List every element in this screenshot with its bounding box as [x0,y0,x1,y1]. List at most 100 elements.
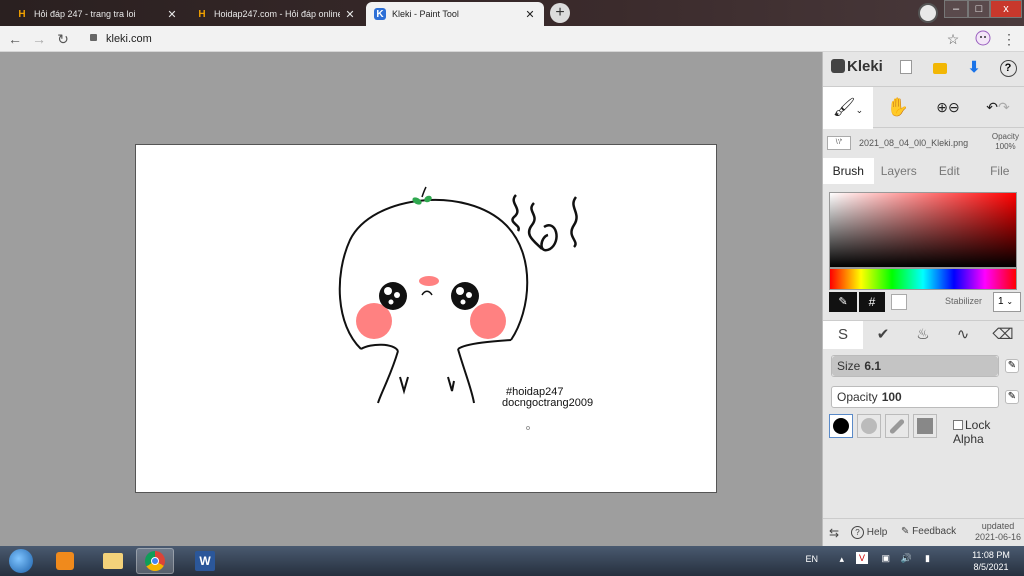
kleki-side-panel: Kleki ⬇ ? 🖌⌄ ✋ ⊕⊖ ↶↷ \'/' 2021_08_04_0l0… [822,52,1024,546]
brush-shape-row: Lock Alpha [829,414,1019,446]
smudge-brush-icon[interactable]: ∿ [943,321,983,349]
kleki-favicon-icon: K [374,8,386,20]
kleki-logo-icon [831,59,845,73]
help-icon[interactable]: ? [997,58,1019,78]
minimize-button[interactable]: – [944,0,968,18]
start-button[interactable] [2,548,40,574]
undo-redo-tool[interactable]: ↶↷ [973,87,1023,129]
size-value: 6.1 [864,359,882,373]
kleki-logo: Kleki [831,58,883,75]
forward-arrow-icon[interactable]: → [30,30,48,48]
help-circle-icon: ? [851,526,864,539]
tab-title: Kleki - Paint Tool [392,9,459,19]
tab-hoidap247-tra-loi[interactable]: H Hỏi đáp 247 - trang tra loi ✕ [8,2,186,26]
soft-shape-button[interactable] [857,414,881,438]
new-file-icon[interactable] [895,58,917,78]
chalk-shape-button[interactable] [885,414,909,438]
clock-time: 11:08 PM [972,550,1010,560]
close-icon[interactable]: ✕ [524,8,536,21]
media-player-taskbar-icon[interactable] [46,548,84,574]
bookmark-star-icon[interactable]: ☆ [944,30,962,48]
stabilizer-label: Stabilizer [945,296,983,306]
volume-icon[interactable]: 🔊 [901,553,912,564]
color-picker-row: ✎ # Stabilizer 1 ⌄ [829,292,1021,314]
tab-edit[interactable]: Edit [924,158,975,184]
blend-brush-icon[interactable]: ✔ [863,321,903,349]
stabilizer-select[interactable]: 1 ⌄ [993,292,1021,312]
tab-kleki[interactable]: K Kleki - Paint Tool ✕ [366,2,544,26]
brush-tool[interactable]: 🖌⌄ [823,87,873,129]
redo-icon[interactable]: ↷ [998,99,1010,115]
square-shape-button[interactable] [913,414,937,438]
opacity-label: Opacity [837,390,878,404]
tab-file[interactable]: File [975,158,1024,184]
menu-dots-icon[interactable]: ⋮ [1000,30,1018,48]
brush-type-row: S ✔ ♨ ∿ ⌫ [823,320,1024,349]
reload-icon[interactable]: ↻ [54,30,72,48]
clock-date: 8/5/2021 [973,562,1009,572]
sketchy-brush-icon[interactable]: ♨ [903,321,943,349]
address-bar: ← → ↻ kleki.com ☆ ⋮ [0,26,1024,52]
tab-title: Hỏi đáp 247 - trang tra loi [34,9,136,19]
layer-thumbnail: \'/' [827,136,851,150]
word-taskbar-icon[interactable]: W [186,548,224,574]
eyedropper-icon[interactable]: ✎ [829,292,857,312]
pen-pressure-size-icon[interactable]: ✎ [1005,359,1019,373]
profile-icon[interactable] [918,3,938,23]
hue-slider[interactable] [829,268,1017,290]
hand-tool[interactable]: ✋ [873,87,923,129]
extension-icon[interactable] [974,30,992,48]
help-link[interactable]: ? Help [851,526,887,539]
hex-input-button[interactable]: # [859,292,885,312]
zoom-in-icon[interactable]: ⊕ [936,99,948,115]
tab-layers[interactable]: Layers [874,158,925,184]
hand-icon: ✋ [886,97,910,117]
panel-footer: ⇆ ? Help ✎ Feedback updated 2021-06-16 [823,518,1024,546]
pen-brush-icon[interactable]: S [823,321,863,349]
file-info-row: \'/' 2021_08_04_0l0_Kleki.png Opacity 10… [823,130,1024,156]
url-field[interactable]: kleki.com [88,30,938,48]
new-tab-button[interactable]: + [550,3,570,23]
taskbar-clock[interactable]: 11:08 PM 8/5/2021 [962,549,1020,573]
device-tray-icon[interactable]: ▣ [881,553,890,564]
feedback-icon: ✎ [901,526,910,537]
swap-icon[interactable]: ⇆ [829,526,839,540]
undo-icon[interactable]: ↶ [986,99,998,115]
secondary-color-swatch[interactable] [891,294,907,310]
pen-pressure-opacity-icon[interactable]: ✎ [1005,390,1019,404]
color-saturation-picker[interactable] [829,192,1017,268]
back-arrow-icon[interactable]: ← [6,30,24,48]
kleki-workspace[interactable]: #hoidap247 docngoctrang2009 [0,52,822,546]
network-icon[interactable]: ▮ [925,553,930,564]
download-icon[interactable]: ⬇ [963,58,985,78]
watermark-username: docngoctrang2009 [502,397,593,409]
close-icon[interactable]: ✕ [166,8,178,21]
close-icon[interactable]: ✕ [344,8,356,21]
size-slider[interactable]: Size 6.1 [831,355,999,377]
feedback-link[interactable]: ✎ Feedback [901,526,956,537]
eraser-icon[interactable]: ⌫ [983,321,1023,349]
round-shape-button[interactable] [829,414,853,438]
language-indicator[interactable]: EN [805,554,818,564]
maximize-button[interactable]: □ [968,0,990,18]
file-name: 2021_08_04_0l0_Kleki.png [859,138,969,148]
hoidap-favicon-icon: H [198,8,206,20]
windows-logo-icon [9,549,33,573]
lock-alpha-checkbox[interactable]: Lock Alpha [953,418,1019,446]
window-close-button[interactable]: x [990,0,1022,18]
drawing-canvas[interactable]: #hoidap247 docngoctrang2009 [135,144,717,493]
open-folder-icon[interactable] [929,58,951,78]
antivirus-tray-icon[interactable]: V [856,552,868,564]
tab-brush[interactable]: Brush [823,158,874,184]
chrome-taskbar-icon[interactable] [136,548,174,574]
updated-info: updated 2021-06-16 [974,521,1021,542]
drawing-illustration: #hoidap247 docngoctrang2009 [338,186,593,430]
file-explorer-taskbar-icon[interactable] [94,548,132,574]
browser-tab-bar: H Hỏi đáp 247 - trang tra loi ✕ H Hoidap… [0,0,1024,26]
zoom-tool[interactable]: ⊕⊖ [923,87,973,129]
zoom-out-icon[interactable]: ⊖ [948,99,960,115]
tray-expand-icon[interactable]: ▴ [839,554,844,565]
tab-hoidap247-online[interactable]: H Hoidap247.com - Hỏi đáp online ✕ [188,2,364,26]
opacity-slider[interactable]: Opacity 100 [831,386,999,408]
hoidap-favicon-icon: H [18,8,26,20]
